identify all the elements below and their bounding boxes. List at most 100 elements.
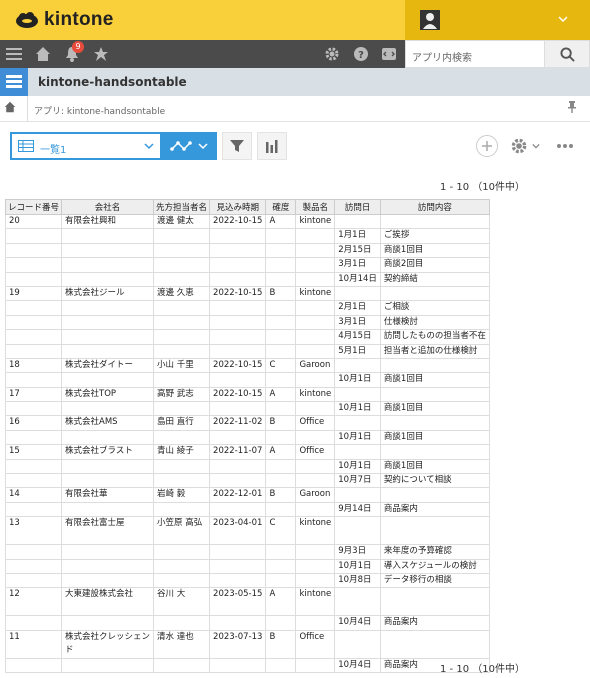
table-cell[interactable] xyxy=(153,458,211,475)
table-cell[interactable] xyxy=(334,444,381,460)
table-cell[interactable]: 小笠原 高弘 xyxy=(153,516,211,546)
table-cell[interactable] xyxy=(334,386,381,403)
table-cell[interactable]: 10月1日 xyxy=(334,401,381,417)
table-cell[interactable] xyxy=(4,657,63,674)
table-cell[interactable] xyxy=(295,544,336,560)
table-cell[interactable]: 商品案内 xyxy=(379,615,490,631)
table-row[interactable]: 18 株式会社ダイトー 小山 千里 2022-10-15 C Garoon xyxy=(4,357,490,374)
table-cell[interactable]: B xyxy=(265,629,297,659)
table-cell[interactable] xyxy=(61,657,155,674)
table-cell[interactable]: B xyxy=(265,415,297,431)
table-cell[interactable] xyxy=(61,401,155,417)
table-cell[interactable] xyxy=(61,329,155,345)
table-row[interactable]: 10月8日 データ移行の相談 xyxy=(4,572,490,589)
table-cell[interactable]: kintone xyxy=(295,386,336,403)
table-cell[interactable]: 商談2回目 xyxy=(379,257,490,273)
table-row[interactable]: 10月14日 契約締結 xyxy=(4,271,490,287)
table-cell[interactable]: 10月8日 xyxy=(334,572,381,589)
table-row[interactable]: 4月15日 訪問したものの担当者不在 xyxy=(4,329,490,345)
breadcrumb-app-link[interactable]: アプリ: kintone-handsontable xyxy=(34,104,165,117)
user-menu[interactable] xyxy=(405,0,590,40)
table-cell[interactable] xyxy=(209,271,267,287)
table-cell[interactable] xyxy=(4,615,63,631)
app-settings-button[interactable] xyxy=(510,135,544,157)
table-cell[interactable]: 小山 千里 xyxy=(153,357,211,374)
table-row[interactable]: 9月3日 来年度の予算確認 xyxy=(4,544,490,560)
table-cell[interactable]: 商談1回目 xyxy=(379,372,490,388)
table-cell[interactable] xyxy=(4,300,63,316)
table-cell[interactable]: 訪問したものの担当者不在 xyxy=(379,329,490,345)
table-cell[interactable] xyxy=(209,257,267,273)
avatar[interactable] xyxy=(420,10,440,30)
table-cell[interactable] xyxy=(295,615,336,631)
table-cell[interactable] xyxy=(153,572,211,589)
column-header[interactable]: 確度 xyxy=(265,199,297,215)
more-options-button[interactable] xyxy=(556,140,576,152)
table-cell[interactable] xyxy=(4,271,63,287)
table-cell[interactable] xyxy=(61,429,155,446)
table-cell[interactable] xyxy=(265,300,297,316)
table-cell[interactable]: 10月1日 xyxy=(334,372,381,388)
table-cell[interactable] xyxy=(153,228,211,244)
table-row[interactable]: 10月7日 契約について相談 xyxy=(4,473,490,489)
table-row[interactable]: 20 有限会社興和 渡邊 健太 2022-10-15 Akintone xyxy=(4,213,490,230)
table-cell[interactable] xyxy=(153,401,211,417)
table-cell[interactable]: 導入スケジュールの検討 xyxy=(379,558,490,574)
table-cell[interactable] xyxy=(153,271,211,287)
column-header[interactable]: 訪問内容 xyxy=(379,199,490,215)
table-cell[interactable] xyxy=(153,314,211,331)
table-cell[interactable]: 株式会社ジール xyxy=(61,285,155,302)
table-cell[interactable] xyxy=(295,473,336,489)
table-cell[interactable] xyxy=(265,314,297,331)
table-row[interactable]: 10月1日 導入スケジュールの検討 xyxy=(4,558,490,574)
table-cell[interactable] xyxy=(4,372,63,388)
table-cell[interactable]: B xyxy=(265,487,297,503)
table-cell[interactable] xyxy=(4,228,63,244)
table-row[interactable]: 10月1日 商談1回目 xyxy=(4,372,490,388)
star-icon[interactable] xyxy=(91,44,111,64)
code-icon[interactable] xyxy=(379,44,399,64)
table-cell[interactable]: 来年度の予算確認 xyxy=(379,544,490,560)
table-cell[interactable] xyxy=(4,473,63,489)
table-cell[interactable] xyxy=(4,242,63,259)
table-cell[interactable]: Garoon xyxy=(295,357,336,374)
table-row[interactable]: 12 大東建設株式会社 谷川 大 2023-05-15 Akintone xyxy=(4,587,490,617)
table-cell[interactable] xyxy=(209,401,267,417)
table-cell[interactable]: 18 xyxy=(4,357,63,374)
table-cell[interactable] xyxy=(295,572,336,589)
table-cell[interactable] xyxy=(295,458,336,475)
table-cell[interactable] xyxy=(61,501,155,518)
table-cell[interactable] xyxy=(153,343,211,359)
app-search-input[interactable]: アプリ内検索 xyxy=(405,40,545,68)
table-row[interactable]: 3月1日 商談2回目 xyxy=(4,257,490,273)
table-cell[interactable]: 5月1日 xyxy=(334,343,381,359)
table-cell[interactable] xyxy=(295,228,336,244)
table-cell[interactable] xyxy=(209,314,267,331)
table-cell[interactable]: 2022-12-01 xyxy=(209,487,267,503)
table-cell[interactable]: データ移行の相談 xyxy=(379,572,490,589)
table-cell[interactable]: kintone xyxy=(295,516,336,546)
table-cell[interactable]: 大東建設株式会社 xyxy=(61,587,155,617)
table-cell[interactable] xyxy=(379,587,490,617)
chevron-down-icon[interactable] xyxy=(558,14,568,24)
table-cell[interactable]: 岩崎 毅 xyxy=(153,487,211,503)
table-cell[interactable] xyxy=(265,501,297,518)
table-cell[interactable] xyxy=(4,429,63,446)
table-cell[interactable]: 渡邊 久恵 xyxy=(153,285,211,302)
table-cell[interactable] xyxy=(209,343,267,359)
table-cell[interactable]: Office xyxy=(295,415,336,431)
table-cell[interactable]: 商品案内 xyxy=(379,501,490,518)
table-row[interactable]: 9月14日 商品案内 xyxy=(4,501,490,518)
table-cell[interactable] xyxy=(379,213,490,230)
table-cell[interactable] xyxy=(61,257,155,273)
table-cell[interactable] xyxy=(153,558,211,574)
add-record-button[interactable] xyxy=(476,135,498,157)
table-cell[interactable]: A xyxy=(265,386,297,403)
table-cell[interactable]: Garoon xyxy=(295,487,336,503)
table-cell[interactable] xyxy=(4,458,63,475)
table-cell[interactable] xyxy=(153,257,211,273)
table-cell[interactable] xyxy=(295,242,336,259)
table-cell[interactable] xyxy=(153,300,211,316)
table-cell[interactable]: 清水 達也 xyxy=(153,629,211,659)
table-cell[interactable] xyxy=(379,629,490,659)
